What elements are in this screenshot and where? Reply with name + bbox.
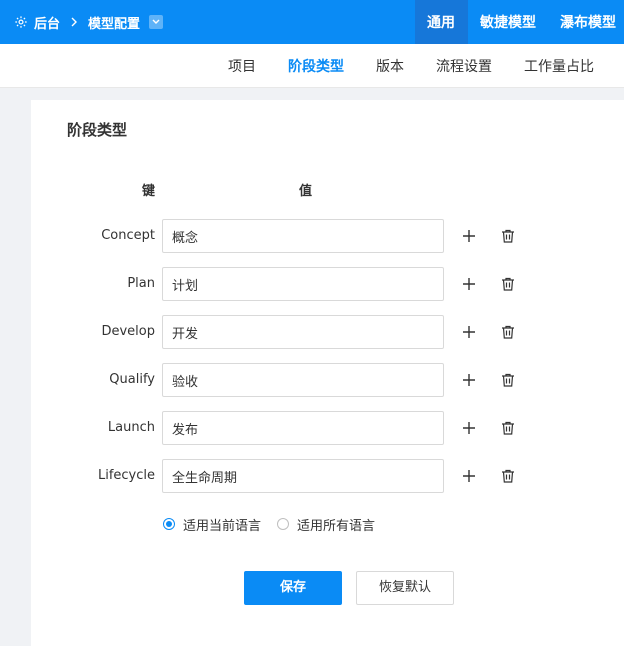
breadcrumb-home[interactable]: 后台 <box>34 13 60 32</box>
value-input[interactable] <box>162 459 444 493</box>
value-input[interactable] <box>162 411 444 445</box>
subnav-item-version[interactable]: 版本 <box>376 44 404 88</box>
plus-icon[interactable] <box>462 469 476 483</box>
subnav-item-stage-type[interactable]: 阶段类型 <box>288 44 344 88</box>
trash-icon[interactable] <box>500 276 516 292</box>
tab-general[interactable]: 通用 <box>415 0 468 44</box>
language-scope-radio-group: 适用当前语言 适用所有语言 <box>163 515 391 534</box>
gear-icon[interactable] <box>14 15 28 29</box>
plus-icon[interactable] <box>462 229 476 243</box>
chevron-down-icon[interactable] <box>149 15 164 29</box>
plus-icon[interactable] <box>462 277 476 291</box>
value-input[interactable] <box>162 363 444 397</box>
radio-label: 适用所有语言 <box>297 518 376 534</box>
row-key: Launch <box>107 420 155 435</box>
trash-icon[interactable] <box>500 228 516 244</box>
column-header-value: 值 <box>299 184 313 199</box>
chevron-right-icon <box>70 17 78 27</box>
radio-current-language[interactable]: 适用当前语言 <box>163 515 261 534</box>
plus-icon[interactable] <box>462 325 476 339</box>
row-key: Concept <box>101 228 155 243</box>
stage-type-card: 阶段类型 键 值 Concept Plan Develop Qualify <box>31 100 624 646</box>
row-key: Plan <box>127 276 155 291</box>
sub-nav: 项目 阶段类型 版本 流程设置 工作量占比 <box>0 44 624 88</box>
top-bar: 后台 模型配置 通用 敏捷模型 瀑布模型 <box>0 0 624 44</box>
radio-all-languages[interactable]: 适用所有语言 <box>277 515 375 534</box>
trash-icon[interactable] <box>500 468 516 484</box>
tab-agile-model[interactable]: 敏捷模型 <box>468 0 548 44</box>
kv-row: Launch <box>31 411 624 445</box>
breadcrumb-current[interactable]: 模型配置 <box>88 13 140 32</box>
value-input[interactable] <box>162 267 444 301</box>
value-input[interactable] <box>162 315 444 349</box>
plus-icon[interactable] <box>462 421 476 435</box>
kv-row: Lifecycle <box>31 459 624 493</box>
radio-dot[interactable] <box>277 518 290 530</box>
trash-icon[interactable] <box>500 372 516 388</box>
row-key: Qualify <box>109 372 155 387</box>
subnav-item-workload-ratio[interactable]: 工作量占比 <box>524 44 594 88</box>
value-input[interactable] <box>162 219 444 253</box>
trash-icon[interactable] <box>500 420 516 436</box>
row-key: Lifecycle <box>97 468 155 483</box>
radio-dot-checked[interactable] <box>163 518 175 530</box>
row-key: Develop <box>101 324 155 339</box>
breadcrumb: 后台 模型配置 <box>14 0 164 44</box>
kv-row: Plan <box>31 267 624 301</box>
tab-waterfall-model[interactable]: 瀑布模型 <box>548 0 624 44</box>
kv-row: Qualify <box>31 363 624 397</box>
trash-icon[interactable] <box>500 324 516 340</box>
save-button[interactable]: 保存 <box>244 571 342 605</box>
kv-row: Develop <box>31 315 624 349</box>
top-nav: 通用 敏捷模型 瀑布模型 <box>415 0 624 44</box>
page-title: 阶段类型 <box>67 121 128 139</box>
kv-row: Concept <box>31 219 624 253</box>
radio-label: 适用当前语言 <box>183 518 262 534</box>
reset-default-button[interactable]: 恢复默认 <box>356 571 454 605</box>
plus-icon[interactable] <box>462 373 476 387</box>
subnav-item-process-settings[interactable]: 流程设置 <box>436 44 492 88</box>
column-header-key: 键 <box>142 184 156 199</box>
subnav-item-project[interactable]: 项目 <box>228 44 256 88</box>
